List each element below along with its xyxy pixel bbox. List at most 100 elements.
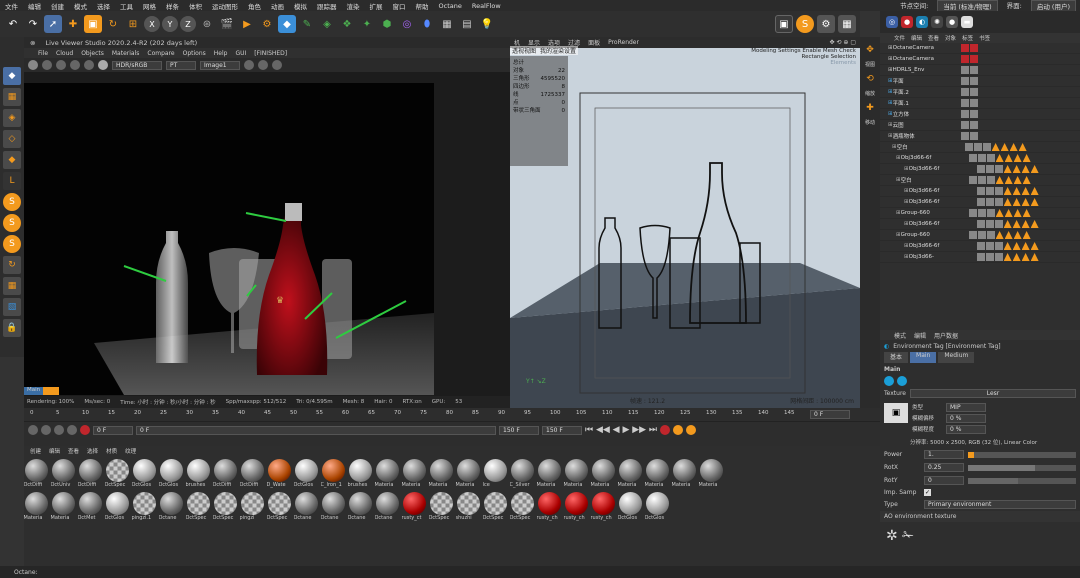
material-tag-icon[interactable] [960,110,969,118]
material-tag-icon[interactable] [1003,165,1012,173]
material-swatch[interactable]: OctGlos [645,492,670,521]
material-swatch[interactable]: Materia [618,459,643,488]
y-axis-icon[interactable]: Y [162,16,178,32]
material-tag-icon[interactable] [985,165,994,173]
material-swatch[interactable]: Ice [483,459,508,488]
lock-icon[interactable]: 🔒 [3,319,21,337]
material-swatch[interactable]: OctSpec [186,492,211,521]
material-tag-icon[interactable] [1018,143,1027,151]
material-tag-icon[interactable] [969,44,978,52]
mat-menu-item[interactable]: 创建 [30,447,41,455]
power-slider[interactable] [968,451,1076,458]
object-row[interactable]: ⊞ 平面.1 [880,98,1080,109]
material-tag-icon[interactable] [1021,220,1030,228]
material-tag-icon[interactable] [994,253,1003,261]
material-tag-icon[interactable] [1013,209,1022,217]
power-field[interactable]: 1. [924,450,964,459]
material-tag-icon[interactable] [977,154,986,162]
material-swatch[interactable]: Materia [429,459,454,488]
material-tag-icon[interactable] [995,231,1004,239]
material-tag-icon[interactable] [1013,154,1022,162]
material-swatch[interactable]: pingzi [240,492,265,521]
material-swatch[interactable]: OctSpec [483,492,508,521]
axis-icon[interactable]: L [3,172,21,190]
menu-item[interactable]: 扩展 [365,1,388,11]
material-tag-icon[interactable] [986,209,995,217]
material-tag-icon[interactable] [1003,187,1012,195]
mat-menu-item[interactable]: 材质 [106,447,117,455]
save-image-icon[interactable] [258,60,268,70]
menu-item[interactable]: RealFlow [467,2,506,10]
model-mode-icon[interactable]: ◆ [3,67,21,85]
close-icon[interactable]: ⊗ [30,39,35,47]
lv-menu-options[interactable]: Options [183,50,206,57]
interface-select[interactable]: 启动 (用户) [1030,0,1076,12]
ao-texture-heading[interactable]: AO environment texture [880,511,1080,522]
material-tag-icon[interactable] [976,253,985,261]
rotate-icon[interactable]: ↻ [104,15,122,33]
material-tag-icon[interactable] [976,187,985,195]
material-swatch[interactable]: rusty_ct [402,492,427,521]
end-frame-field[interactable]: 150 F [499,425,539,435]
timeline-right-frame[interactable]: 0 F [810,410,850,419]
material-swatch[interactable]: OctSpec [267,492,292,521]
move-view-icon[interactable]: ✚ [866,103,874,113]
select-arrow-icon[interactable]: ➚ [44,15,62,33]
tag-icon[interactable]: ⬮ [418,15,436,33]
om-menu-item[interactable]: 文件 [894,34,905,42]
material-tag-icon[interactable] [1012,242,1021,250]
material-tag-icon[interactable] [985,187,994,195]
param-key-icon[interactable] [686,425,697,435]
hdri-preview-icon[interactable] [884,376,894,386]
om-menu-item[interactable]: 编辑 [911,34,922,42]
material-tag-icon[interactable] [994,242,1003,250]
tab-medium[interactable]: Medium [938,352,975,363]
material-tag-icon[interactable] [964,143,973,151]
material-tag-icon[interactable] [969,55,978,63]
attr-menu-item[interactable]: 用户数据 [934,331,958,340]
keyframe-record-icon[interactable] [28,425,38,435]
material-tag-icon[interactable] [982,143,991,151]
material-tag-icon[interactable] [969,110,978,118]
rotx-slider[interactable] [968,464,1076,471]
material-tag-icon[interactable] [977,176,986,184]
material-tag-icon[interactable] [994,187,1003,195]
render-region-icon[interactable]: 🎬 [218,15,236,33]
blur-field[interactable]: 0 % [946,425,986,434]
lv-menu-help[interactable]: Help [214,50,228,57]
material-tag-icon[interactable] [1013,231,1022,239]
material-tag-icon[interactable] [1021,187,1030,195]
snap-s3-icon[interactable]: S [3,235,21,253]
material-tag-icon[interactable] [969,132,978,140]
menu-item[interactable]: 网格 [138,1,161,11]
menu-item[interactable]: 模拟 [289,1,312,11]
object-row[interactable]: ⊞ 空白 [880,175,1080,186]
current-frame-field[interactable]: 0 F [136,425,496,435]
stop-icon[interactable] [70,60,80,70]
material-tag-icon[interactable] [1003,242,1012,250]
om-menu-item[interactable]: 对象 [945,34,956,42]
material-swatch[interactable]: rusty_ch [537,492,562,521]
type-select[interactable]: MIP [946,403,986,412]
hdri-preview2-icon[interactable] [897,376,907,386]
material-tag-icon[interactable] [986,154,995,162]
light-icon[interactable]: 💡 [478,15,496,33]
pen-icon[interactable]: ✎ [298,15,316,33]
material-tag-icon[interactable] [986,176,995,184]
region-icon[interactable] [84,60,94,70]
material-swatch[interactable]: shuzhi [456,492,481,521]
settings-icon[interactable] [244,60,254,70]
material-tag-icon[interactable] [1012,253,1021,261]
x-axis-icon[interactable]: X [144,16,160,32]
material-swatch[interactable]: Materia [51,492,76,521]
restart-icon[interactable] [42,60,52,70]
material-tag-icon[interactable] [976,242,985,250]
material-tag-icon[interactable] [1022,154,1031,162]
object-row[interactable]: ⊞ Obj3d66- [880,252,1080,263]
material-tag-icon[interactable] [986,231,995,239]
material-tag-icon[interactable] [960,132,969,140]
viewport-canvas[interactable]: 透视视图 我的渲染设置 Modeling Settings Enable Mes… [510,46,860,408]
material-swatch[interactable]: Octane [348,492,373,521]
lv-menu-gui[interactable]: GUI [235,50,246,57]
material-tag-icon[interactable] [960,121,969,129]
